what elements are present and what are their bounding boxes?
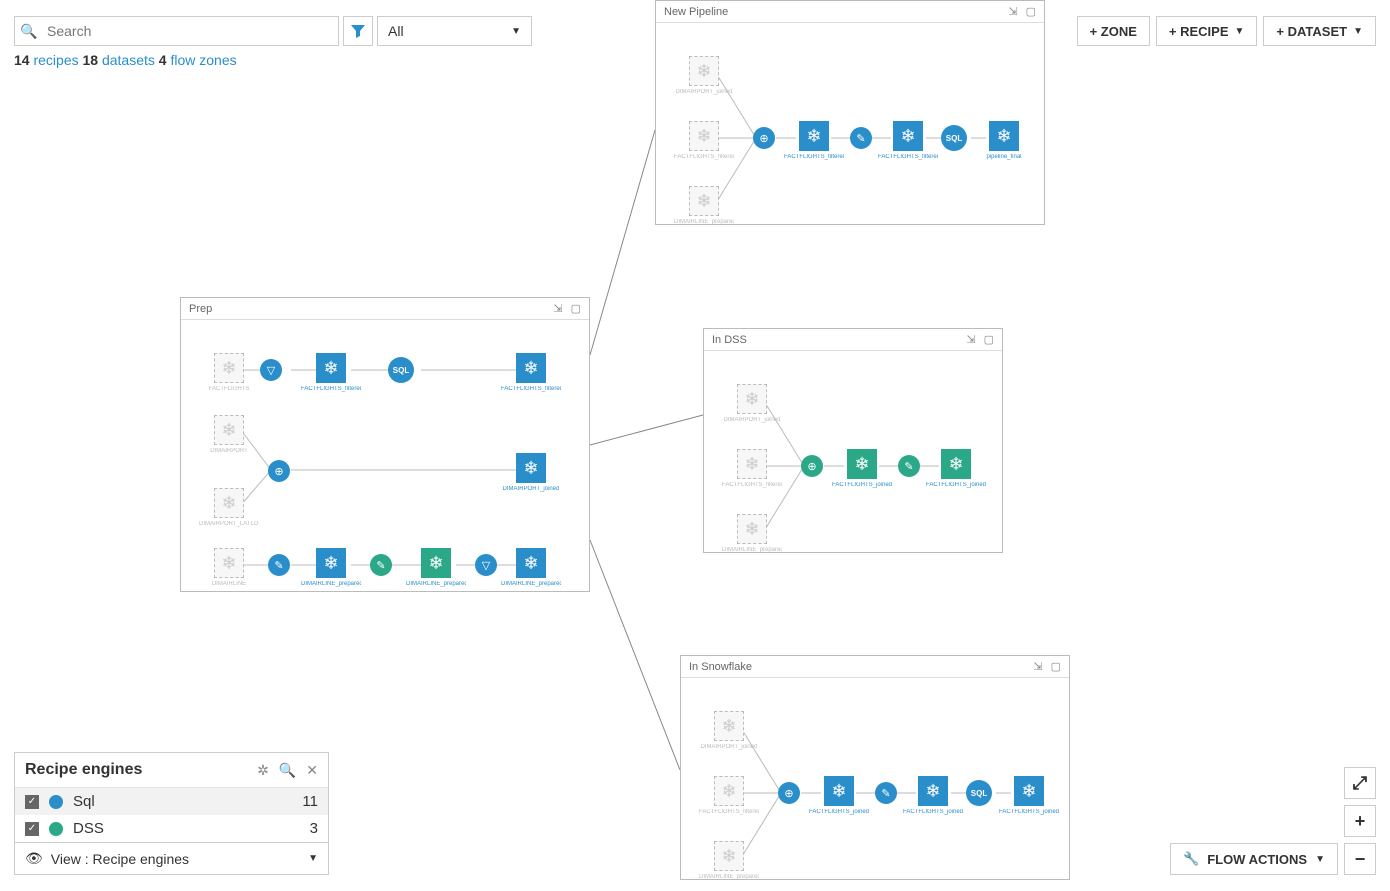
caret-down-icon: ▼	[1235, 26, 1245, 37]
dataset-node[interactable]: ❄DIMAIRPORT_joined	[501, 453, 561, 493]
maximize-icon[interactable]: ▢	[984, 333, 994, 346]
zoom-out-button[interactable]: −	[1344, 843, 1376, 875]
dataset-node[interactable]: ❄DIMAIRLINE	[199, 548, 259, 588]
dataset-node[interactable]: ❄DIMAIRLINE_prepared_prepared	[406, 548, 466, 588]
dataset-ref[interactable]: ❄FACTFLIGHTS_filtered_by_region	[722, 449, 782, 489]
caret-down-icon: ▼	[1353, 26, 1363, 37]
zone-in-snowflake[interactable]: In Snowflake ⇲ ▢ ❄DIMAIRPORT_joined ❄FACT…	[680, 655, 1070, 880]
recipe-prepare[interactable]: ✎	[259, 554, 299, 576]
recipe-prepare[interactable]: ✎	[361, 554, 401, 576]
engine-row-sql[interactable]: ✓ Sql 11	[15, 788, 328, 815]
maximize-icon[interactable]: ▢	[1051, 660, 1061, 673]
zone-title: In DSS	[712, 334, 747, 346]
dataset-ref[interactable]: ❄DIMAIRPORT_joined	[722, 384, 782, 424]
dataset-node[interactable]: ❄FACTFLIGHTS_joined_SQL_prepared	[903, 776, 963, 816]
dataset-node[interactable]: ❄DIMAIRLINE_prepared	[301, 548, 361, 588]
recipe-filter[interactable]: ▽	[251, 359, 291, 381]
dataset-node[interactable]: ❄FACTFLIGHTS_filtered_by_region	[501, 353, 561, 393]
caret-down-icon: ▼	[308, 853, 318, 864]
recipe-prepare[interactable]: ✎	[866, 782, 906, 804]
dataset-ref[interactable]: ❄FACTFLIGHTS_filtered_by_region	[674, 121, 734, 161]
dataset-ref[interactable]: ❄DIMAIRPORT_joined	[674, 56, 734, 96]
recipe-join[interactable]: ⊕	[792, 455, 832, 477]
eye-icon: 👁	[25, 850, 43, 867]
dataset-ref[interactable]: ❄DIMAIRLINE_prepared_filtered	[722, 514, 782, 554]
recipe-join[interactable]: ⊕	[769, 782, 809, 804]
add-dataset-button[interactable]: + DATASET▼	[1263, 16, 1376, 46]
filter-select[interactable]: All ▼	[377, 16, 532, 46]
funnel-icon	[350, 23, 366, 39]
loading-icon: ✲	[257, 762, 269, 779]
dataset-node[interactable]: ❄FACTFLIGHTS_filtered_joined_prepared	[878, 121, 938, 161]
recipe-engines-panel: Recipe engines ✲ 🔍 ✕ ✓ Sql 11 ✓ DSS 3	[14, 752, 329, 843]
zone-new-pipeline[interactable]: New Pipeline ⇲ ▢ ❄DIMAIRPORT_joined ❄FACT…	[655, 0, 1045, 225]
dataset-ref[interactable]: ❄DIMAIRLINE_prepared_filtered	[699, 841, 759, 881]
engine-dot	[49, 795, 63, 809]
recipe-prepare[interactable]: ✎	[889, 455, 929, 477]
dataset-node[interactable]: ❄FACTFLIGHTS_joined_SQL	[809, 776, 869, 816]
recipe-sql[interactable]: SQL	[934, 125, 974, 151]
dataset-node[interactable]: ❄FACTFLIGHTS_joined_SQL_final	[999, 776, 1059, 816]
recipe-filter[interactable]: ▽	[466, 554, 506, 576]
search-container: 🔍	[14, 16, 339, 46]
dataset-node[interactable]: ❄FACTFLIGHTS_joined	[832, 449, 892, 489]
panel-title: Recipe engines	[25, 761, 142, 779]
view-selector[interactable]: 👁 View : Recipe engines ▼	[14, 843, 329, 875]
maximize-icon[interactable]: ▢	[1026, 5, 1036, 18]
engine-label: Sql	[73, 793, 95, 810]
recipe-sql[interactable]: SQL	[959, 780, 999, 806]
engine-row-dss[interactable]: ✓ DSS 3	[15, 815, 328, 842]
zone-prep[interactable]: Prep ⇲ ▢ ❄FACTFLIGHTS ▽ ❄FACTFLIGHTS_filt…	[180, 297, 590, 592]
zone-title: Prep	[189, 303, 212, 315]
dataset-node[interactable]: ❄pipeline_final	[974, 121, 1034, 161]
view-label: View : Recipe engines	[51, 851, 189, 867]
engine-count: 11	[302, 793, 318, 810]
collapse-icon[interactable]: ⇲	[553, 302, 562, 315]
wrench-icon: 🔧	[1183, 851, 1199, 867]
collapse-icon[interactable]: ⇲	[1008, 5, 1017, 18]
checkbox-icon[interactable]: ✓	[25, 795, 39, 809]
search-icon[interactable]: 🔍	[279, 762, 296, 779]
dataset-node[interactable]: ❄FACTFLIGHTS_joined_filtered_Prepared	[926, 449, 986, 489]
engine-label: DSS	[73, 820, 104, 837]
dataset-node[interactable]: ❄FACTFLIGHTS	[199, 353, 259, 393]
dataset-ref[interactable]: ❄FACTFLIGHTS_filtered_by_region	[699, 776, 759, 816]
fullscreen-button[interactable]: ⤢	[1344, 767, 1376, 799]
maximize-icon[interactable]: ▢	[571, 302, 581, 315]
close-icon[interactable]: ✕	[306, 762, 318, 779]
dataset-node[interactable]: ❄DIMAIRPORT_LATLON	[199, 488, 259, 528]
zone-title: New Pipeline	[664, 6, 728, 18]
search-icon: 🔍	[15, 23, 43, 40]
add-recipe-button[interactable]: + RECIPE▼	[1156, 16, 1258, 46]
collapse-icon[interactable]: ⇲	[966, 333, 975, 346]
recipe-join[interactable]: ⊕	[744, 127, 784, 149]
dataset-ref[interactable]: ❄DIMAIRPORT_joined	[699, 711, 759, 751]
dataset-node[interactable]: ❄FACTFLIGHTS_filtered	[301, 353, 361, 393]
collapse-icon[interactable]: ⇲	[1033, 660, 1042, 673]
recipe-prepare[interactable]: ✎	[841, 127, 881, 149]
engine-dot	[49, 822, 63, 836]
checkbox-icon[interactable]: ✓	[25, 822, 39, 836]
caret-down-icon: ▼	[511, 26, 521, 37]
recipe-sql[interactable]: SQL	[381, 357, 421, 383]
zone-in-dss[interactable]: In DSS ⇲ ▢ ❄DIMAIRPORT_joined ❄FACTFLIGHT…	[703, 328, 1003, 553]
engine-count: 3	[310, 820, 318, 837]
filter-selected-label: All	[388, 23, 404, 39]
zone-title: In Snowflake	[689, 661, 752, 673]
dataset-node[interactable]: ❄DIMAIRPORT	[199, 415, 259, 455]
dataset-node[interactable]: ❄FACTFLIGHTS_filtered_joined	[784, 121, 844, 161]
dataset-ref[interactable]: ❄DIMAIRLINE_prepared_filtered	[674, 186, 734, 226]
recipe-join[interactable]: ⊕	[259, 460, 299, 482]
search-input[interactable]	[43, 23, 338, 39]
zoom-in-button[interactable]: +	[1344, 805, 1376, 837]
filter-button[interactable]	[343, 16, 373, 46]
flow-counts: 14 recipes 18 datasets 4 flow zones	[14, 52, 237, 68]
caret-down-icon: ▼	[1315, 854, 1325, 865]
dataset-node[interactable]: ❄DIMAIRLINE_prepared_filtered	[501, 548, 561, 588]
add-zone-button[interactable]: + ZONE	[1077, 16, 1150, 46]
flow-actions-button[interactable]: 🔧 FLOW ACTIONS ▼	[1170, 843, 1338, 875]
